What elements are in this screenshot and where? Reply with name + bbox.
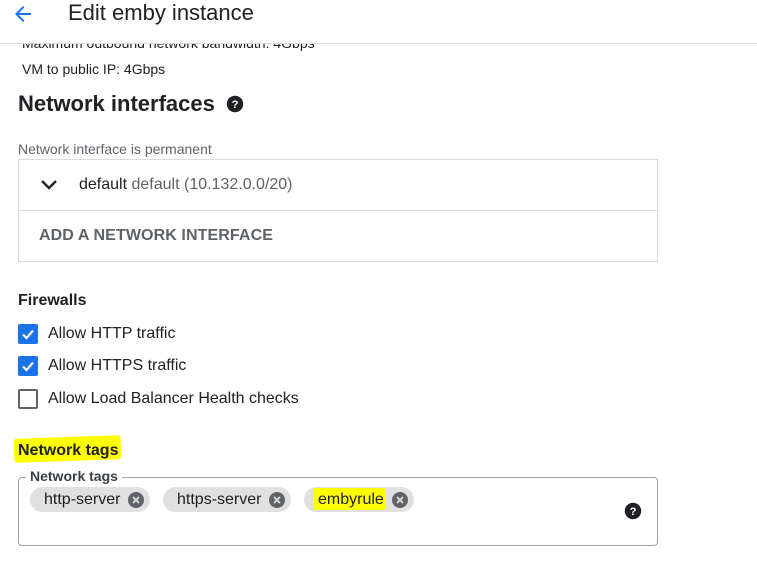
http-checkbox[interactable] <box>18 324 38 344</box>
check-icon <box>22 361 34 372</box>
arrow-back-icon <box>15 6 31 22</box>
network-tags-field-label: Network tags <box>26 467 122 485</box>
tag-chip-label: http-server <box>44 490 121 508</box>
page-title: Edit emby instance <box>68 0 254 25</box>
close-icon <box>396 495 404 504</box>
tag-chip: embyrule <box>304 487 414 512</box>
firewalls-heading: Firewalls <box>18 292 87 309</box>
svg-text:?: ? <box>630 506 637 518</box>
network-tags-heading: Network tags <box>18 442 119 459</box>
http-label: Allow HTTP traffic <box>48 325 176 342</box>
vm-public-ip-text: VM to public IP: 4Gbps <box>22 61 166 77</box>
remove-tag-button[interactable] <box>128 491 145 508</box>
tag-chip-label: embyrule <box>318 490 384 508</box>
permanent-note: Network interface is permanent <box>18 141 212 157</box>
tag-chip: http-server <box>30 487 151 512</box>
firewall-http-option[interactable]: Allow HTTP traffic <box>18 323 175 345</box>
close-icon <box>273 495 282 504</box>
network-interface-list: default default (10.132.0.0/20) ADD A NE… <box>18 159 658 262</box>
chevron-down-icon <box>41 180 57 190</box>
top-bar: Edit emby instance <box>0 0 757 44</box>
firewall-lb-option[interactable]: Allow Load Balancer Health checks <box>18 388 299 410</box>
https-checkbox[interactable] <box>18 356 38 376</box>
network-interface-default[interactable]: default default (10.132.0.0/20) <box>19 160 657 211</box>
lb-health-checkbox[interactable] <box>18 389 38 409</box>
add-network-interface-button[interactable]: ADD A NETWORK INTERFACE <box>39 226 273 246</box>
svg-text:?: ? <box>232 99 239 111</box>
network-interfaces-heading: Network interfaces <box>18 91 215 116</box>
lb-health-label: Allow Load Balancer Health checks <box>48 390 299 407</box>
close-icon <box>132 495 141 504</box>
interface-subnet: default (10.132.0.0/20) <box>131 176 293 193</box>
page: Edit emby instance Maximum outbound netw… <box>0 0 757 582</box>
check-icon <box>22 329 34 340</box>
back-button[interactable] <box>6 0 40 28</box>
remove-tag-button[interactable] <box>391 491 408 508</box>
help-icon[interactable]: ? <box>226 95 244 113</box>
help-icon[interactable]: ? <box>624 502 642 520</box>
https-label: Allow HTTPS traffic <box>48 357 187 374</box>
interface-name: default default (10.132.0.0/20) <box>79 175 293 195</box>
interface-network-name: default <box>79 176 128 193</box>
tag-chip-label: https-server <box>177 490 262 508</box>
firewall-https-option[interactable]: Allow HTTPS traffic <box>18 355 186 377</box>
tag-chip: https-server <box>163 487 292 512</box>
remove-tag-button[interactable] <box>269 491 286 508</box>
